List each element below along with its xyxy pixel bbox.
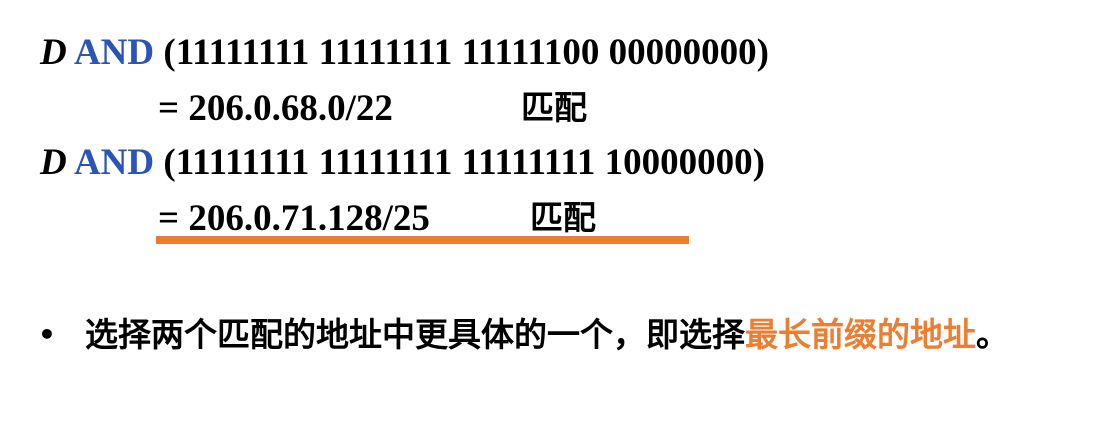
match-status-2: 匹配 <box>530 198 596 237</box>
bullet-text-highlight: 最长前缀的地址 <box>745 315 976 354</box>
mask-bits: (11111111 11111111 11111111 10000000) <box>163 142 765 183</box>
bullet-text: 选择两个匹配的地址中更具体的一个，即选择最长前缀的地址。 <box>38 312 1078 357</box>
network-result: = 206.0.68.0/22 <box>158 88 393 129</box>
mask-bits: (11111111 11111111 11111100 00000000) <box>163 32 769 73</box>
result-line-1: = 206.0.68.0/22 <box>158 90 393 127</box>
match-status-1: 匹配 <box>521 88 587 127</box>
variable-d: D <box>40 142 67 183</box>
bullet-icon: • <box>38 318 56 351</box>
network-result: = 206.0.71.128/25 <box>158 198 430 239</box>
and-keyword: AND <box>73 32 155 73</box>
result-line-2: = 206.0.71.128/25 <box>158 200 430 237</box>
bullet-point: • 选择两个匹配的地址中更具体的一个，即选择最长前缀的地址。 <box>38 312 1078 357</box>
bullet-text-end: 。 <box>976 315 1009 354</box>
variable-d: D <box>40 32 67 73</box>
and-keyword: AND <box>73 142 155 183</box>
mask-expression-1: D AND (11111111 11111111 11111100 000000… <box>40 34 769 71</box>
highlight-underline <box>156 236 689 244</box>
mask-expression-2: D AND (11111111 11111111 11111111 100000… <box>40 144 765 181</box>
bullet-text-plain: 选择两个匹配的地址中更具体的一个，即选择 <box>85 315 745 354</box>
